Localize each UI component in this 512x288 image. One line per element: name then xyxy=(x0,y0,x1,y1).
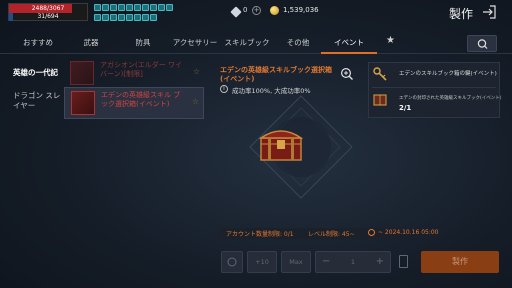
tab-accessories[interactable]: アクセサリー xyxy=(173,37,218,48)
craft-button[interactable]: 製作 xyxy=(421,251,499,273)
max-button[interactable]: Max xyxy=(281,251,311,273)
diamond-currency-icon xyxy=(230,6,242,18)
material-name: エデンのスキルブック箱の鍵(イベント) xyxy=(399,71,497,77)
zoom-in-icon[interactable] xyxy=(340,67,354,81)
buff-icon xyxy=(150,4,157,11)
hp-text: 2488/3067 xyxy=(31,5,65,12)
buff-icon xyxy=(158,4,165,11)
buff-icon xyxy=(134,4,141,11)
buff-icon xyxy=(118,13,125,21)
buff-icon xyxy=(134,13,141,21)
tab-event[interactable]: イベント xyxy=(334,37,364,48)
recipe-list-item[interactable]: アガシオン(エルダー ワイバーン)[制限] ☆ xyxy=(64,58,204,90)
mp-text: 31/694 xyxy=(37,13,59,20)
diamond-count: 0 xyxy=(243,6,248,14)
sidebar-item-dragon-slayer[interactable]: ドラゴン スレイヤー xyxy=(13,91,61,111)
buff-icons xyxy=(94,4,180,22)
search-button[interactable] xyxy=(467,35,497,52)
buff-icon xyxy=(110,13,117,21)
info-icon[interactable]: i xyxy=(220,85,228,93)
hp-mp-gauge: 2488/3067 31/694 xyxy=(8,3,88,21)
buff-icon xyxy=(94,13,101,21)
buff-icon xyxy=(118,4,125,11)
active-tab-indicator xyxy=(321,52,377,54)
exit-icon[interactable] xyxy=(482,5,496,19)
buff-icon xyxy=(142,13,149,21)
coin-icon xyxy=(270,6,279,15)
treasure-chest-icon xyxy=(258,130,304,161)
item-thumbnail xyxy=(70,61,94,85)
tab-other[interactable]: その他 xyxy=(287,37,310,48)
material-name: エデンの封印された英雄級スキルブック(イベント) xyxy=(399,96,502,101)
level-limit-text: レベル制限: 45~ xyxy=(308,231,355,238)
reset-button[interactable] xyxy=(221,251,243,273)
recipe-name: エデンの英雄級スキル ブック選択箱(イベント) xyxy=(101,91,181,108)
page-title: 製作 xyxy=(449,7,474,21)
item-thumbnail xyxy=(71,91,95,115)
buff-icon xyxy=(150,13,157,21)
favorite-star-icon[interactable]: ☆ xyxy=(193,67,200,76)
clock-icon xyxy=(368,229,375,236)
buff-icon xyxy=(142,4,149,11)
coin-count: 1,539,036 xyxy=(283,6,319,14)
tab-armor[interactable]: 防具 xyxy=(136,37,151,48)
account-limit-text: アカウント数量制限: 0/1 xyxy=(226,231,294,238)
quantity-stepper[interactable]: 1 − + xyxy=(315,251,391,273)
tab-weapons[interactable]: 武器 xyxy=(84,37,99,48)
sidebar-item-hero-chronicle[interactable]: 英雄の一代記 xyxy=(13,67,58,78)
increment-button[interactable]: + xyxy=(376,252,384,272)
tab-recommended[interactable]: おすすめ xyxy=(23,37,53,48)
search-icon xyxy=(477,39,488,49)
tab-skillbooks[interactable]: スキルブック xyxy=(225,37,270,48)
favorite-star-icon[interactable]: ☆ xyxy=(192,97,199,106)
material-quantity: 2/1 xyxy=(399,104,412,112)
decrement-button[interactable]: − xyxy=(322,252,330,272)
buff-icon xyxy=(126,13,133,21)
plus-ten-button[interactable]: +10 xyxy=(247,251,277,273)
buff-icon xyxy=(166,4,173,11)
buff-icon xyxy=(102,4,109,11)
skillbook-icon[interactable] xyxy=(372,92,388,108)
limit-date-text: ~ 2024.10.16 05:00 xyxy=(378,229,439,236)
buff-icon xyxy=(126,4,133,11)
detail-item-title: エデンの英雄級スキルブック選択箱 (イベント) xyxy=(220,66,332,83)
calculator-icon[interactable] xyxy=(399,255,408,268)
add-diamond-button[interactable]: + xyxy=(252,6,261,15)
buff-icon xyxy=(102,13,109,21)
buff-icon xyxy=(110,4,117,11)
recipe-name: アガシオン(エルダー ワイバーン)[制限] xyxy=(100,61,182,78)
recipe-list-item-selected[interactable]: エデンの英雄級スキル ブック選択箱(イベント) ☆ xyxy=(64,87,204,119)
favorites-star-icon[interactable]: ★ xyxy=(386,35,395,46)
key-icon[interactable] xyxy=(372,66,388,82)
reset-icon xyxy=(227,257,237,267)
buff-icon xyxy=(94,4,101,11)
divider xyxy=(372,87,496,88)
